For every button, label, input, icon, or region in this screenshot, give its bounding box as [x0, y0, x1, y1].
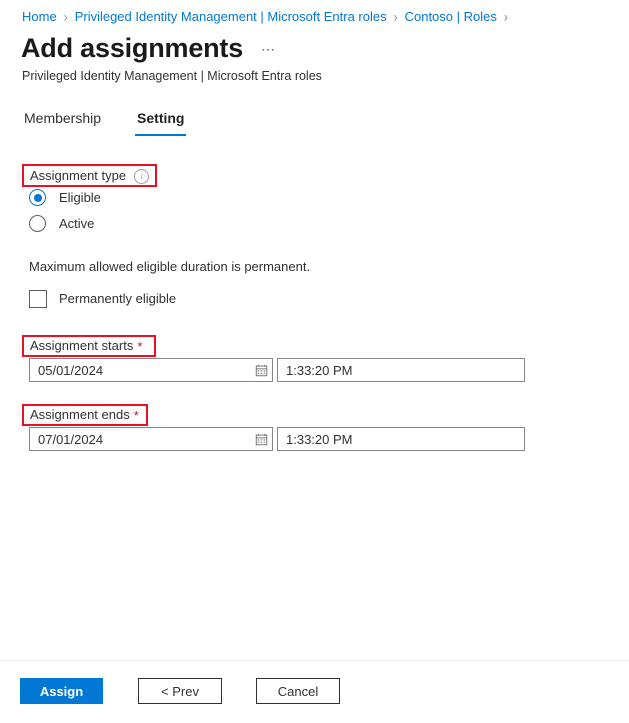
- assignment-ends-label: Assignment ends: [30, 407, 130, 422]
- breadcrumb-item-contoso-roles[interactable]: Contoso | Roles: [405, 9, 497, 25]
- footer-divider: [0, 660, 629, 661]
- calendar-icon[interactable]: [250, 428, 272, 450]
- required-indicator: *: [133, 407, 139, 423]
- radio-option-eligible[interactable]: Eligible: [29, 189, 101, 206]
- assignment-starts-time-input[interactable]: 1:33:20 PM: [277, 358, 525, 382]
- checkbox-label-permanently-eligible: Permanently eligible: [59, 291, 177, 306]
- tab-list: Membership Setting: [22, 108, 218, 136]
- required-indicator: *: [137, 338, 143, 354]
- page-subtitle: Privileged Identity Management | Microso…: [22, 69, 322, 83]
- assignment-type-label: Assignment type: [30, 167, 127, 183]
- page-header: Add assignments ⋯: [21, 32, 277, 64]
- assignment-starts-date-input[interactable]: 05/01/2024: [29, 358, 273, 382]
- more-options-icon[interactable]: ⋯: [261, 41, 277, 58]
- prev-button[interactable]: < Prev: [138, 678, 222, 704]
- assign-button[interactable]: Assign: [20, 678, 103, 704]
- cancel-button[interactable]: Cancel: [256, 678, 340, 704]
- breadcrumb: Home › Privileged Identity Management | …: [22, 9, 515, 25]
- breadcrumb-separator-icon: ›: [63, 8, 68, 26]
- radio-indicator-eligible[interactable]: [29, 189, 46, 206]
- tab-setting[interactable]: Setting: [135, 108, 187, 136]
- assignment-starts-label-annotation: Assignment starts *: [22, 335, 156, 357]
- assignment-ends-date-input[interactable]: 07/01/2024: [29, 427, 273, 451]
- assignment-ends-date-value: 07/01/2024: [38, 431, 104, 447]
- assignment-ends-label-annotation: Assignment ends *: [22, 404, 148, 426]
- assignment-starts-time-value: 1:33:20 PM: [286, 362, 353, 378]
- assignment-type-label-annotation: Assignment type i: [22, 164, 157, 187]
- breadcrumb-item-pim[interactable]: Privileged Identity Management | Microso…: [75, 9, 387, 25]
- radio-label-eligible: Eligible: [59, 189, 101, 205]
- assignment-ends-time-input[interactable]: 1:33:20 PM: [277, 427, 525, 451]
- radio-option-active[interactable]: Active: [29, 215, 94, 232]
- radio-indicator-active[interactable]: [29, 215, 46, 232]
- breadcrumb-separator-icon: ›: [393, 8, 398, 26]
- checkbox-indicator-permanently-eligible[interactable]: [29, 290, 47, 308]
- assignment-ends-time-value: 1:33:20 PM: [286, 431, 353, 447]
- breadcrumb-item-home[interactable]: Home: [22, 9, 57, 25]
- breadcrumb-separator-icon: ›: [503, 8, 508, 26]
- info-icon[interactable]: i: [134, 169, 150, 184]
- calendar-icon[interactable]: [250, 359, 272, 381]
- checkbox-permanently-eligible[interactable]: Permanently eligible: [29, 290, 176, 308]
- tab-membership[interactable]: Membership: [22, 108, 103, 136]
- assignment-starts-date-value: 05/01/2024: [38, 362, 104, 378]
- max-duration-helper-text: Maximum allowed eligible duration is per…: [29, 259, 311, 274]
- radio-label-active: Active: [59, 215, 95, 231]
- assignment-starts-label: Assignment starts: [30, 338, 134, 353]
- page-title: Add assignments: [21, 33, 244, 63]
